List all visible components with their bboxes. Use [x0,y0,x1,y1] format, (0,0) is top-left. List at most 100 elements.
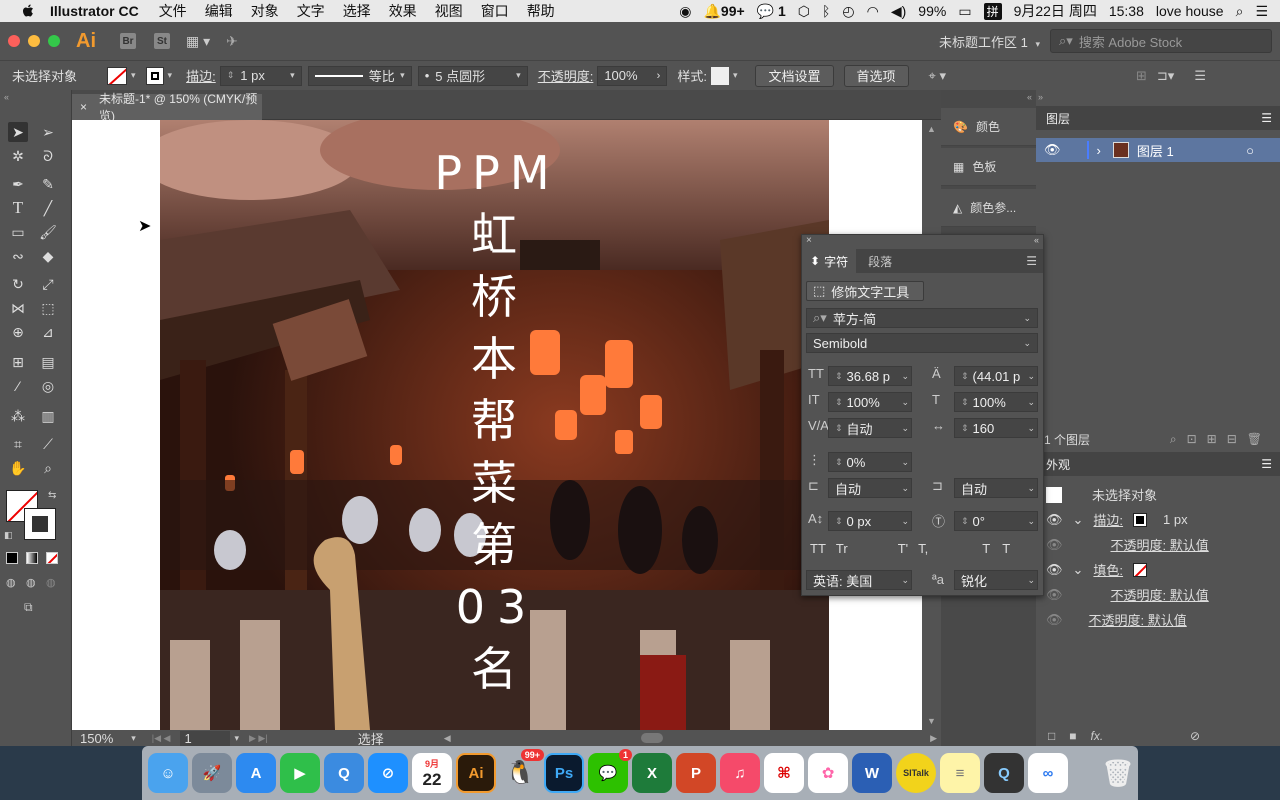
default-colors-icon[interactable]: ◧ [4,530,13,541]
menu-type[interactable]: 文字 [297,1,325,21]
horizontal-scale-field[interactable]: ⇕ 100% ⌄ [954,392,1038,412]
color-guide-panel-button[interactable]: ◭ 颜色参... [941,189,1036,227]
fill-dropdown[interactable]: ▾ [131,70,136,81]
safari-icon[interactable]: ⊘ [368,753,408,793]
color-mode-icon[interactable] [6,552,18,564]
zoom-window-button[interactable] [48,35,60,47]
stroke-attr-swatch[interactable] [1133,512,1148,527]
expand-dock-icon[interactable]: « [1027,92,1032,102]
aki-right-field[interactable]: 自动 ⌄ [954,478,1038,498]
wechat-icon[interactable]: 💬 1 [588,749,632,793]
layer-row[interactable]: 👁 › 图层 1 ○ [1036,138,1280,162]
artboard-tool-icon[interactable]: ⌗ [8,434,28,454]
tab-character[interactable]: ⬍ 字符 [802,249,857,273]
collapse-right-dock-icon[interactable]: » [1038,92,1043,102]
style-swatch[interactable] [710,66,729,85]
layer-name[interactable]: 图层 1 [1137,141,1174,160]
blend-tool-icon[interactable]: ◎ [38,376,58,396]
menu-view[interactable]: 视图 [435,1,463,21]
touch-type-tool-button[interactable]: ⬚ 修饰文字工具 [806,281,924,301]
stroke-dropdown[interactable]: ▾ [168,70,173,81]
kerning-field[interactable]: ⇕ 自动 ⌄ [828,418,912,438]
control-center-icon[interactable]: ☰ [1255,3,1268,20]
eye-icon[interactable]: 👁 [1046,562,1063,578]
zoom-dropdown[interactable]: ▾ [131,733,136,744]
gradient-mode-icon[interactable] [26,552,38,564]
shield-icon[interactable]: ⬡ [798,3,810,20]
vertical-headline-text[interactable]: PPM 虹 桥 本 帮 菜 第 03 名 [422,142,572,700]
arrange-docs-icon[interactable]: ▦ ▾ [186,33,210,50]
menu-effect[interactable]: 效果 [389,1,417,21]
artboard-number[interactable]: 1 [180,730,231,746]
opacity-field[interactable]: 100% › [597,65,668,86]
scroll-left-icon[interactable]: ◀ [444,733,451,744]
notes-icon[interactable]: ≡ [940,753,980,793]
panel-menu-icon[interactable]: ☰ [1026,254,1037,268]
draw-behind-icon[interactable]: ◍ [26,576,36,589]
artboard-dropdown[interactable]: ▾ [234,733,239,744]
volume-icon[interactable]: ◀) [891,3,906,20]
brush-definition[interactable]: • 5 点圆形 ▾ [417,65,528,86]
panel-menu-icon[interactable]: ☰ [1194,68,1206,84]
stroke-swatch[interactable] [145,66,164,85]
qq-icon[interactable]: 🐧 99+ [500,749,544,793]
paintbrush-tool-icon[interactable]: 🖌 [38,222,58,242]
artboard-canvas[interactable]: PPM 虹 桥 本 帮 菜 第 03 名 ➤ [72,120,922,730]
superscript-button[interactable]: T' [898,541,908,556]
collapse-panel-icon[interactable]: « [1034,235,1039,245]
appearance-fill-opacity-row[interactable]: 👁 不透明度: 默认值 [1036,582,1280,607]
bell-icon[interactable]: 🔔99+ [703,3,744,20]
symbol-sprayer-tool-icon[interactable]: ⁂ [8,406,28,426]
stroke-weight-field[interactable]: ⇕ 1 px ▾ [219,65,302,86]
none-mode-icon[interactable] [46,552,58,564]
status-mode[interactable]: 选择 [358,729,384,748]
acrobat-icon[interactable]: ⌘ [764,753,804,793]
apple-icon[interactable] [18,3,38,19]
eraser-tool-icon[interactable]: ◆ [38,246,58,266]
stroke-label[interactable]: 描边: [186,66,216,85]
vertical-scale-field[interactable]: ⇕ 100% ⌄ [828,392,912,412]
eye-icon[interactable]: 👁 [1046,512,1063,528]
bluetooth-icon[interactable]: ᛒ [822,3,830,19]
tsume-field[interactable]: ⇕ 0% ⌄ [828,452,912,472]
powerpoint-icon[interactable]: P [676,753,716,793]
perspective-grid-tool-icon[interactable]: ⊿ [38,322,58,342]
appearance-opacity-row[interactable]: 👁 不透明度: 默认值 [1036,607,1280,632]
app-name-menu[interactable]: Illustrator CC [50,3,139,19]
underline-button[interactable]: T [982,541,990,556]
minimize-window-button[interactable] [28,35,40,47]
style-dropdown[interactable]: ▾ [733,70,738,81]
appearance-stroke-row[interactable]: 👁 ⌄ 描边: 1 px [1036,507,1280,532]
selection-tool-icon[interactable]: ➤ [8,122,28,142]
clock-text[interactable]: 15:38 [1109,3,1144,19]
photos-icon[interactable]: ✿ [808,753,848,793]
horizontal-scroll-thumb[interactable] [640,733,663,743]
color-panel-button[interactable]: 🎨 颜色 [941,108,1036,146]
hand-tool-icon[interactable]: ✋ [8,458,28,478]
battery-icon[interactable]: ▭ [958,3,971,20]
stroke-color-swatch[interactable] [24,508,56,540]
scroll-down-icon[interactable]: ▼ [927,716,936,726]
aki-left-field[interactable]: 自动 ⌄ [828,478,912,498]
menu-help[interactable]: 帮助 [527,1,555,21]
free-transform-tool-icon[interactable]: ⬚ [38,298,58,318]
menu-object[interactable]: 对象 [251,1,279,21]
subscript-button[interactable]: T, [918,541,928,556]
tracking-field[interactable]: ⇕ 160 ⌄ [954,418,1038,438]
rectangle-tool-icon[interactable]: ▭ [8,222,28,242]
photoshop-icon[interactable]: Ps [544,753,584,793]
fill-attr-label[interactable]: 填色: [1093,560,1123,579]
app-store-icon[interactable]: A [236,753,276,793]
character-rotation-field[interactable]: ⇕ 0° ⌄ [954,511,1038,531]
draw-inside-icon[interactable]: ◍ [46,576,56,589]
layers-tab[interactable]: 图层 [1046,110,1070,127]
type-tool-icon[interactable]: T [8,198,28,218]
tab-paragraph[interactable]: 段落 [856,253,904,270]
fill-attr-swatch[interactable] [1133,562,1148,577]
gpu-icon[interactable]: ✈ [226,33,238,50]
stock-search-input[interactable]: ⌕▾ 搜索 Adobe Stock [1050,29,1272,53]
layer-footer-icons[interactable]: ⌕⊡⊞⊟🗑 [1170,432,1272,447]
appearance-menu-icon[interactable]: ☰ [1261,457,1272,471]
transform-icon[interactable]: ⌖ ▾ [929,68,946,84]
language-select[interactable]: 英语: 美国 ⌄ [806,570,912,590]
